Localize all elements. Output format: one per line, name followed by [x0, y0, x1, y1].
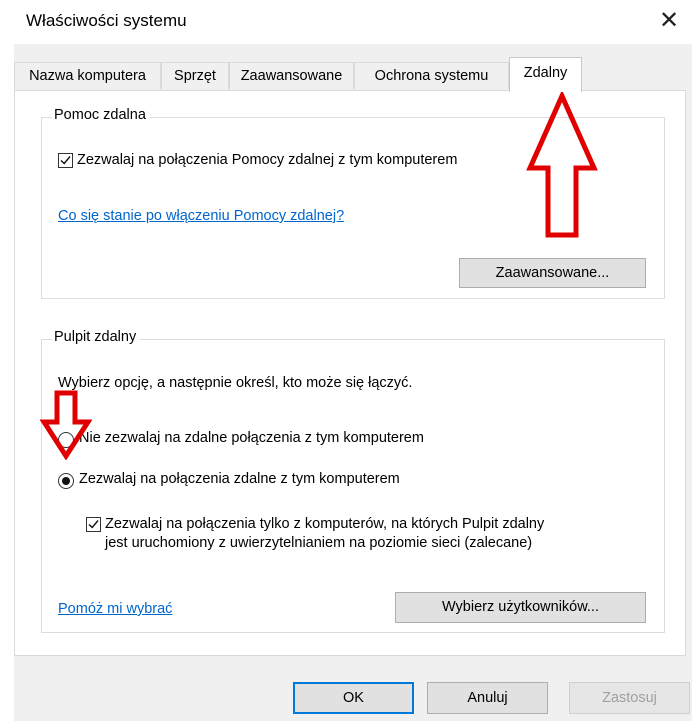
tab-remote[interactable]: Zdalny: [509, 57, 582, 92]
radio-allow-remote-label[interactable]: Zezwalaj na połączenia zdalne z tym komp…: [79, 471, 400, 487]
tab-label: Zdalny: [523, 65, 568, 81]
title-bar: Właściwości systemu ✕: [0, 0, 692, 44]
tab-panel-remote: Pomoc zdalna Zezwalaj na połączenia Pomo…: [14, 90, 686, 656]
remote-assistance-checkbox-label[interactable]: Zezwalaj na połączenia Pomocy zdalnej z …: [77, 152, 457, 168]
checkmark-icon: [88, 520, 99, 529]
tab-system-protection[interactable]: Ochrona systemu: [354, 62, 509, 89]
tab-label: Nazwa komputera: [29, 68, 146, 84]
remote-assistance-group: Pomoc zdalna Zezwalaj na połączenia Pomo…: [41, 107, 665, 299]
nla-checkbox-label-line2[interactable]: jest uruchomiony z uwierzytelnianiem na …: [105, 535, 532, 551]
tab-label: Zaawansowane: [240, 68, 343, 84]
radio-deny-remote-label[interactable]: Nie zezwalaj na zdalne połączenia z tym …: [79, 430, 424, 446]
remote-assistance-checkbox[interactable]: [58, 153, 73, 168]
nla-checkbox-label-line1[interactable]: Zezwalaj na połączenia tylko z komputeró…: [105, 516, 544, 532]
advanced-button[interactable]: Zaawansowane...: [459, 258, 646, 288]
tab-label: Sprzęt: [174, 68, 216, 84]
group-label: Pulpit zdalny: [52, 329, 141, 345]
tab-hardware[interactable]: Sprzęt: [161, 62, 229, 89]
radio-allow-remote[interactable]: [58, 473, 74, 489]
radio-selected-dot: [62, 477, 70, 485]
select-users-button[interactable]: Wybierz użytkowników...: [395, 592, 646, 623]
remote-desktop-instruction: Wybierz opcję, a następnie określ, kto m…: [58, 375, 413, 391]
help-me-choose-link[interactable]: Pomóż mi wybrać: [58, 601, 172, 617]
remote-desktop-group: Pulpit zdalny Wybierz opcję, a następnie…: [41, 329, 665, 633]
tab-computer-name[interactable]: Nazwa komputera: [14, 62, 161, 89]
close-icon[interactable]: ✕: [652, 4, 686, 38]
tab-advanced[interactable]: Zaawansowane: [229, 62, 354, 89]
tab-label: Ochrona systemu: [374, 68, 489, 84]
apply-button[interactable]: Zastosuj: [569, 682, 690, 714]
ok-button[interactable]: OK: [293, 682, 414, 714]
window-title: Właściwości systemu: [26, 11, 187, 30]
checkmark-icon: [60, 156, 71, 165]
radio-deny-remote[interactable]: [58, 432, 74, 448]
remote-assistance-help-link[interactable]: Co się stanie po włączeniu Pomocy zdalne…: [58, 208, 344, 224]
cancel-button[interactable]: Anuluj: [427, 682, 548, 714]
nla-checkbox[interactable]: [86, 517, 101, 532]
group-label: Pomoc zdalna: [52, 107, 150, 123]
